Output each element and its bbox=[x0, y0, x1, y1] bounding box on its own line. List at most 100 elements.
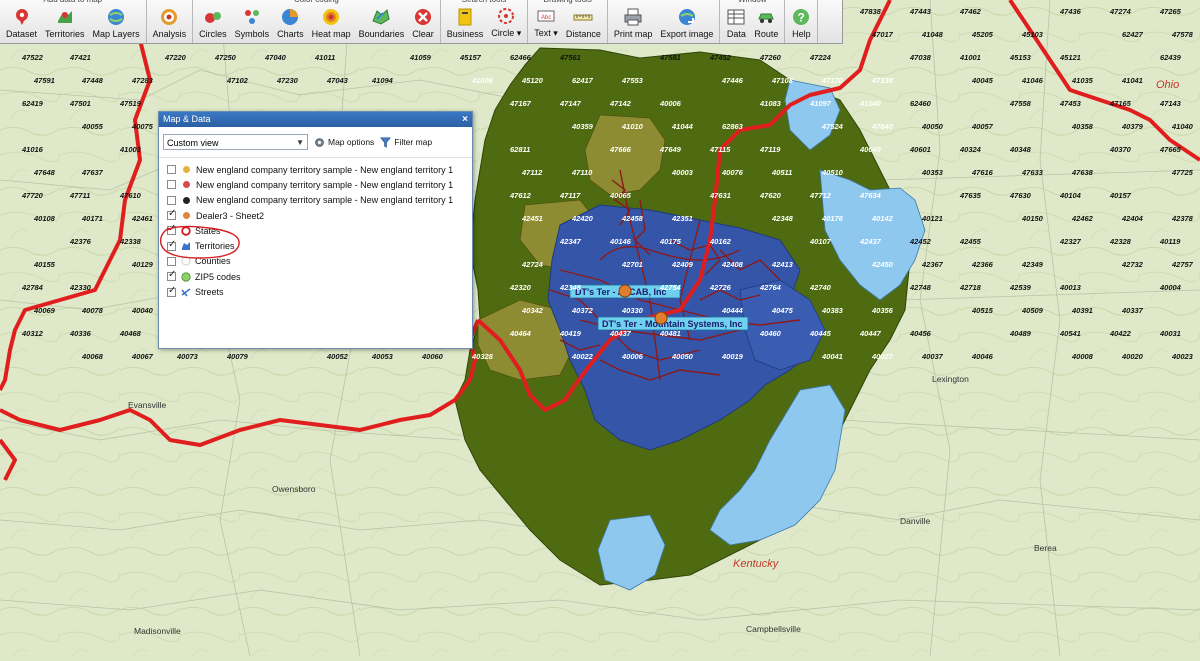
zip-label: 47519 bbox=[119, 99, 142, 108]
layer-item[interactable]: Streets bbox=[167, 284, 472, 299]
layer-item[interactable]: Dealer3 - Sheet2 bbox=[167, 208, 472, 223]
boundaries-button[interactable]: Boundaries bbox=[355, 3, 409, 43]
panel-titlebar[interactable]: Map & Data × bbox=[159, 112, 472, 127]
layer-checkbox[interactable] bbox=[167, 180, 176, 190]
toolbar-button-label: Map Layers bbox=[92, 29, 140, 39]
toolbar-group: Window Data Route bbox=[720, 0, 786, 43]
zip-label: 40515 bbox=[971, 306, 994, 315]
zip-label: 40419 bbox=[559, 329, 582, 338]
toolbar-group-title: Window bbox=[720, 0, 784, 4]
layer-item[interactable]: ZIP5 codes bbox=[167, 269, 472, 284]
territories-button[interactable]: Territories bbox=[41, 3, 89, 43]
business-button[interactable]: Business bbox=[443, 3, 488, 43]
zip-label: 40468 bbox=[119, 329, 142, 338]
city-label: Danville bbox=[900, 516, 931, 526]
svg-text:?: ? bbox=[798, 11, 805, 25]
zip-label: 40053 bbox=[371, 352, 394, 361]
map-options-button[interactable]: Map options bbox=[314, 137, 374, 148]
zip-label: 47017 bbox=[871, 30, 894, 39]
layer-label: Streets bbox=[195, 287, 224, 298]
toolbar-button-label: Territories bbox=[45, 29, 85, 39]
city-label: Owensboro bbox=[272, 484, 316, 494]
data-button[interactable]: Data bbox=[722, 3, 750, 43]
heat-map-button[interactable]: Heat map bbox=[308, 3, 355, 43]
map-data-panel[interactable]: Map & Data × Custom view ▼ Map options F… bbox=[158, 111, 473, 349]
layer-checkbox[interactable] bbox=[167, 285, 176, 297]
export-image-button[interactable]: Export image bbox=[656, 3, 717, 43]
zip-label: 40023 bbox=[1171, 352, 1194, 361]
dataset-button[interactable]: Dataset bbox=[2, 3, 41, 43]
zip-label: 42348 bbox=[559, 283, 582, 292]
zip-label: 47616 bbox=[971, 168, 994, 177]
toolbar-button-label: Dataset bbox=[6, 29, 38, 39]
zip-label: 47581 bbox=[659, 53, 681, 62]
zip-label: 42748 bbox=[909, 283, 932, 292]
view-select[interactable]: Custom view ▼ bbox=[163, 134, 308, 150]
route-button[interactable]: Route bbox=[750, 3, 782, 43]
zip-label: 40379 bbox=[1121, 122, 1144, 131]
zip-label: 40027 bbox=[871, 352, 894, 361]
print-map-button[interactable]: Print map bbox=[610, 3, 657, 43]
zip-label: 40107 bbox=[809, 237, 832, 246]
zip-label: 47224 bbox=[809, 53, 832, 62]
circles-button[interactable]: Circles bbox=[195, 3, 231, 43]
view-select-value: Custom view bbox=[167, 138, 219, 148]
zip-label: 47230 bbox=[276, 76, 299, 85]
zip-label: 47612 bbox=[509, 191, 532, 200]
distance-button[interactable]: Distance bbox=[562, 3, 605, 43]
toolbar-button-label: Data bbox=[726, 29, 746, 39]
clear-button[interactable]: Clear bbox=[408, 3, 438, 43]
layer-checkbox[interactable] bbox=[167, 165, 176, 175]
dealer-marker[interactable] bbox=[654, 311, 668, 325]
zip-label: 62417 bbox=[572, 76, 594, 85]
toolbar-button-label: Circle ▾ bbox=[491, 28, 522, 38]
map-layers-button[interactable]: Map Layers bbox=[89, 3, 144, 43]
layer-item[interactable]: New england company territory sample - N… bbox=[167, 177, 472, 192]
filter-map-button[interactable]: Filter map bbox=[380, 137, 432, 148]
zip-label: 47421 bbox=[69, 53, 91, 62]
text-button[interactable]: Abc Text ▾ bbox=[530, 3, 562, 43]
dealer-marker[interactable] bbox=[618, 284, 632, 298]
zip-label: 40422 bbox=[1109, 329, 1132, 338]
zip-icon bbox=[181, 272, 195, 282]
layer-checkbox[interactable] bbox=[167, 269, 176, 282]
zip-label: 47112 bbox=[521, 168, 543, 177]
circle-button[interactable]: Circle ▾ bbox=[487, 3, 525, 43]
layer-item[interactable]: New england company territory sample - N… bbox=[167, 162, 472, 177]
zip-label: 40055 bbox=[81, 122, 104, 131]
zip-label: 47633 bbox=[1021, 168, 1044, 177]
zip-label: 40475 bbox=[771, 306, 794, 315]
symbols-button[interactable]: Symbols bbox=[231, 3, 274, 43]
zip-label: 47649 bbox=[659, 145, 682, 154]
help-button[interactable]: ? Help bbox=[787, 3, 815, 43]
zip-label: 41035 bbox=[1071, 76, 1094, 85]
close-icon[interactable]: × bbox=[462, 112, 468, 127]
zip-label: 47838 bbox=[859, 7, 882, 16]
zip-label: 40456 bbox=[909, 329, 932, 338]
zip-label: 40447 bbox=[859, 329, 882, 338]
toolbar-button-label: Business bbox=[446, 29, 484, 39]
gear-icon bbox=[315, 137, 324, 147]
analysis-button[interactable]: Analysis bbox=[149, 3, 191, 43]
dataset-pin-icon bbox=[12, 7, 32, 27]
zip-label: 40511 bbox=[771, 168, 792, 177]
layer-checkbox[interactable] bbox=[167, 208, 176, 221]
toolbar-group-title: Search tools bbox=[441, 0, 528, 4]
zip-label: 47462 bbox=[959, 7, 982, 16]
clear-x-icon bbox=[413, 7, 433, 27]
zip-label: 47638 bbox=[1071, 168, 1094, 177]
zip-label: 42378 bbox=[1171, 214, 1194, 223]
zip-label: 40342 bbox=[521, 306, 544, 315]
layer-label: New england company territory sample - N… bbox=[196, 179, 454, 190]
zip-label: 40076 bbox=[721, 168, 744, 177]
charts-button[interactable]: Charts bbox=[273, 3, 308, 43]
symbols-icon bbox=[242, 7, 262, 27]
zip-label: 41006 bbox=[471, 76, 494, 85]
toolbar-group: Analysis bbox=[147, 0, 194, 43]
zip-label: 40067 bbox=[131, 352, 154, 361]
layer-item[interactable]: New england company territory sample - N… bbox=[167, 193, 472, 208]
zip-label: 47443 bbox=[909, 7, 932, 16]
layer-checkbox[interactable] bbox=[167, 195, 176, 205]
zip-label: 47250 bbox=[214, 53, 237, 62]
zip-label: 47637 bbox=[81, 168, 104, 177]
